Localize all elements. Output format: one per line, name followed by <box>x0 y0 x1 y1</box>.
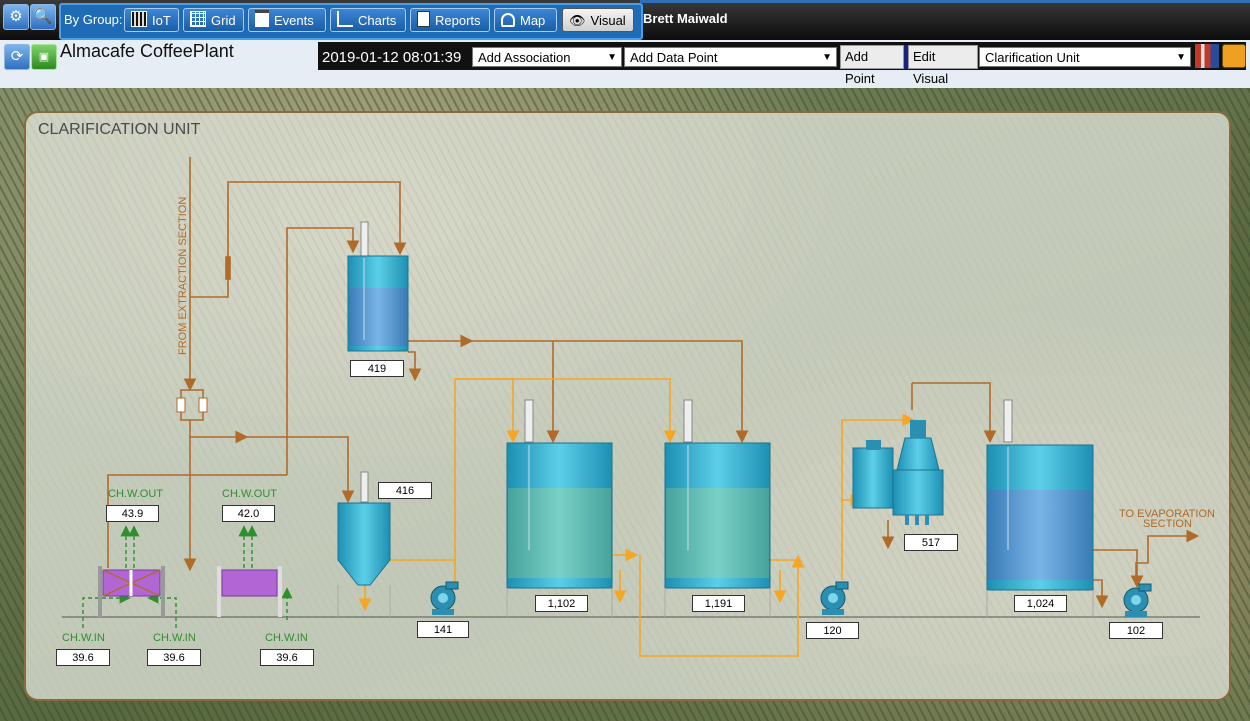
tank-1-value[interactable]: 1,102 <box>535 595 588 612</box>
top-tank-value[interactable]: 419 <box>350 360 404 377</box>
heat-exchanger-2 <box>217 566 282 617</box>
pump-1-value[interactable]: 141 <box>417 621 469 638</box>
tank-2-value[interactable]: 1,191 <box>692 595 745 612</box>
pump-1 <box>430 581 459 615</box>
pump-3-value[interactable]: 102 <box>1109 622 1163 639</box>
tank-1 <box>506 399 613 617</box>
feed-separator <box>176 389 208 421</box>
tank-2 <box>664 399 771 617</box>
chw-out-value-2[interactable]: 42.0 <box>222 505 275 522</box>
centrifuge-value[interactable]: 517 <box>904 534 958 551</box>
tank-3 <box>986 399 1094 617</box>
to-evaporation-label-2: SECTION <box>1143 518 1192 530</box>
chw-in-value-3[interactable]: 39.6 <box>260 649 314 666</box>
chw-out-label-2: CH.W.OUT <box>222 488 277 500</box>
from-extraction-label: FROM EXTRACTION SECTION <box>177 197 189 355</box>
cone-tank-value[interactable]: 416 <box>378 482 432 499</box>
process-diagram: FROM EXTRACTION SECTION <box>62 157 1200 657</box>
chw-in-label-3: CH.W.IN <box>265 632 308 644</box>
chw-in-label-1: CH.W.IN <box>62 632 105 644</box>
tank-3-value[interactable]: 1,024 <box>1014 595 1067 612</box>
chw-in-value-2[interactable]: 39.6 <box>147 649 201 666</box>
pump-2-value[interactable]: 120 <box>806 622 859 639</box>
chw-out-value-1[interactable]: 43.9 <box>106 505 159 522</box>
pump-3 <box>1123 583 1152 617</box>
heat-exchanger-1 <box>98 566 165 617</box>
chw-in-value-1[interactable]: 39.6 <box>56 649 110 666</box>
chw-in-label-2: CH.W.IN <box>153 632 196 644</box>
centrifuge <box>852 420 944 525</box>
pump-2 <box>820 581 849 615</box>
top-mixing-tank <box>347 221 409 352</box>
chw-out-label-1: CH.W.OUT <box>108 488 163 500</box>
